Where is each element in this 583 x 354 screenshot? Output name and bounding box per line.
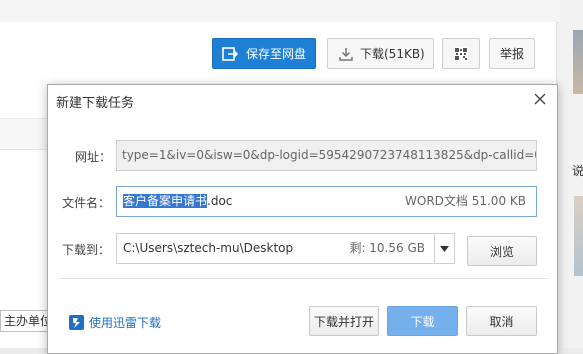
url-field[interactable]: type=1&iv=0&isw=0&dp-logid=5954290723748… — [116, 140, 537, 171]
save-to-cloud-label: 保存至网盘 — [246, 47, 307, 61]
qr-code-button[interactable] — [442, 38, 480, 69]
filename-selected-text: 客户备案申请书 — [123, 194, 208, 208]
qr-code-icon — [454, 46, 468, 61]
filename-extension: .doc — [207, 194, 233, 208]
browse-label: 浏览 — [489, 244, 514, 259]
download-button[interactable]: 下载 — [387, 306, 458, 336]
url-value: type=1&iv=0&isw=0&dp-logid=5954290723748… — [122, 148, 537, 162]
close-icon[interactable] — [532, 91, 548, 107]
download-icon — [339, 47, 353, 61]
cancel-button[interactable]: 取消 — [466, 306, 537, 336]
top-bar — [0, 0, 560, 23]
new-download-dialog: 新建下载任务 网址： type=1&iv=0&isw=0&dp-logid=59… — [47, 84, 558, 354]
destination-path-input[interactable]: C:\Users\sztech-mu\Desktop 剩: 10.56 GB — [116, 233, 455, 264]
filename-label: 文件名： — [62, 196, 111, 210]
destination-path: C:\Users\sztech-mu\Desktop — [123, 241, 294, 255]
file-meta: WORD文档 51.00 KB — [405, 194, 526, 208]
dialog-title: 新建下载任务 — [56, 96, 135, 111]
cancel-label: 取消 — [489, 314, 514, 329]
browse-button[interactable]: 浏览 — [467, 236, 537, 266]
save-to-cloud-icon — [222, 46, 238, 61]
download-and-open-button[interactable]: 下载并打开 — [309, 306, 379, 336]
divider — [58, 278, 548, 279]
destination-dropdown[interactable] — [434, 233, 455, 264]
thunder-icon — [69, 315, 84, 330]
free-space: 剩: 10.56 GB — [349, 241, 425, 255]
download-file-button[interactable]: 下载(51KB) — [327, 38, 434, 69]
side-text: 说 — [572, 164, 583, 178]
save-to-cloud-button[interactable]: 保存至网盘 — [212, 38, 316, 69]
host-unit-field[interactable]: 主办单位 — [0, 310, 48, 332]
download-label: 下载 — [410, 314, 435, 329]
dropdown-arrow-icon — [440, 245, 449, 252]
host-unit-label: 主办单位 — [4, 314, 48, 328]
destination-label: 下载到： — [62, 243, 111, 257]
side-thumbnail[interactable] — [573, 30, 583, 94]
report-button[interactable]: 举报 — [489, 38, 535, 69]
side-thumbnail-2[interactable] — [574, 196, 583, 276]
download-file-label: 下载(51KB) — [360, 47, 425, 61]
url-label: 网址： — [75, 150, 112, 164]
download-and-open-label: 下载并打开 — [313, 314, 374, 329]
use-thunder-label: 使用迅雷下载 — [89, 316, 162, 330]
report-label: 举报 — [499, 47, 524, 61]
filename-input[interactable]: 客户备案申请书.doc WORD文档 51.00 KB — [116, 186, 537, 217]
use-thunder-link[interactable]: 使用迅雷下载 — [69, 314, 161, 331]
